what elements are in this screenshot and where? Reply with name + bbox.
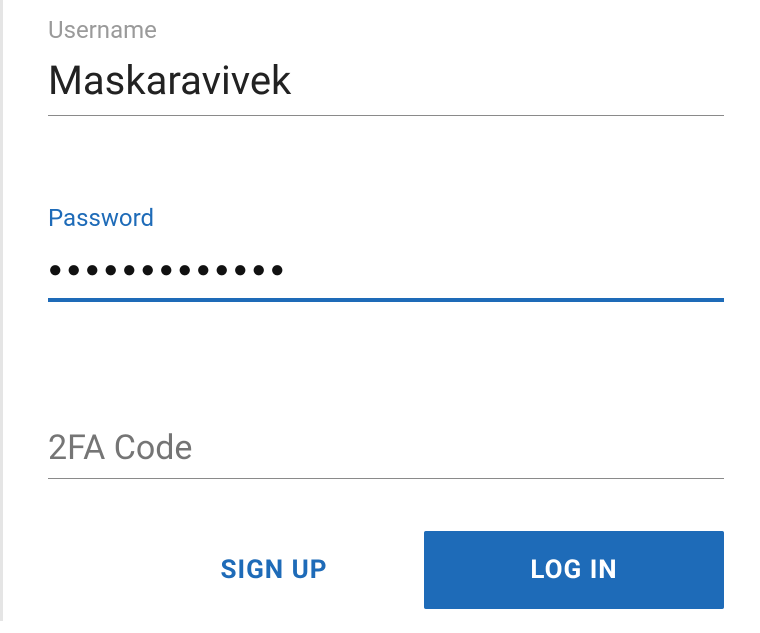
- password-field-group: Password ●●●●●●●●●●●●●: [48, 176, 724, 302]
- password-label: Password: [48, 204, 724, 233]
- username-input[interactable]: [48, 49, 724, 116]
- twofa-field-group: [48, 392, 724, 480]
- button-row: SIGN UP LOG IN: [48, 531, 724, 609]
- twofa-input[interactable]: [48, 420, 724, 480]
- username-field-group: Username: [48, 0, 724, 116]
- log-in-button[interactable]: LOG IN: [424, 531, 724, 609]
- login-form: Username Password ●●●●●●●●●●●●● SIGN UP …: [0, 0, 760, 621]
- username-label: Username: [48, 16, 724, 45]
- password-input[interactable]: ●●●●●●●●●●●●●: [48, 237, 724, 302]
- sign-up-button[interactable]: SIGN UP: [124, 531, 424, 609]
